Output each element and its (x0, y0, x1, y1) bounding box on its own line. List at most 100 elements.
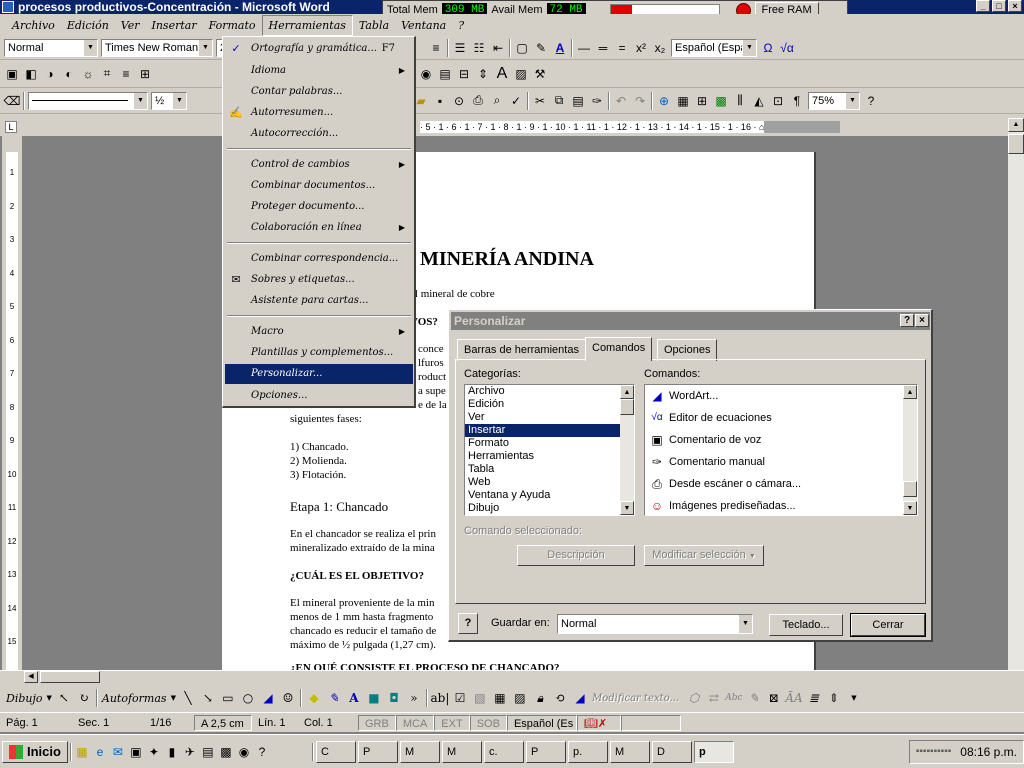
scroll-up-icon[interactable]: ▲ (1008, 118, 1024, 132)
highlight-icon[interactable]: ✎ (533, 40, 549, 56)
menu-item-merge-documents[interactable]: Combinar documentos... (225, 176, 413, 196)
line-color-icon[interactable]: ✎ (326, 690, 342, 706)
superscript-icon[interactable]: x² (633, 40, 649, 56)
columns-icon[interactable]: ⫼ (732, 93, 748, 109)
numbering-icon[interactable]: ☰ (452, 40, 468, 56)
categories-scrollbar[interactable]: ▲ ▼ (620, 385, 634, 515)
scroll-down-icon[interactable]: ▼ (903, 501, 917, 515)
save-icon[interactable]: ▪ (432, 93, 448, 109)
menu-insertar[interactable]: Insertar (146, 16, 203, 35)
chevron-down-icon[interactable]: ▼ (172, 92, 186, 109)
print-preview-icon[interactable]: ⌕ (489, 93, 505, 109)
rotate-icon[interactable]: ↻ (76, 690, 92, 706)
brightness-down-icon[interactable]: ◐ (61, 66, 77, 82)
rectangle-tool-icon[interactable]: ▭ (220, 690, 236, 706)
label-icon[interactable]: A (494, 65, 510, 82)
scroll-thumb[interactable] (620, 399, 634, 415)
quicklaunch-app-icon[interactable]: ▮ (164, 744, 180, 760)
font-combo[interactable]: Times New Roman ▼ (101, 38, 213, 57)
menu-item-autosummarize[interactable]: ✍ Autorresumen... (225, 103, 413, 123)
contrast-icon[interactable]: ◧ (23, 66, 39, 82)
zoom-combo[interactable]: 75% ▼ (808, 91, 860, 110)
menu-item-track-changes[interactable]: Control de cambios ▶ (225, 155, 413, 175)
tab-selector[interactable]: L (0, 118, 24, 136)
dialog-close-button[interactable]: × (915, 314, 929, 327)
help-icon[interactable]: ? (863, 93, 879, 109)
align-text-icon[interactable]: ĀA (785, 690, 802, 706)
spinner-icon[interactable]: ⇕ (475, 66, 491, 82)
status-ext[interactable]: EXT (434, 714, 470, 731)
edit-icon[interactable]: ✎ (746, 690, 762, 706)
eraser-icon[interactable]: ⌫ (4, 93, 21, 109)
drawing-icon[interactable]: ◭ (751, 93, 767, 109)
oval-tool-icon[interactable]: ○ (240, 690, 256, 706)
3d-icon[interactable]: ◘ (386, 690, 402, 706)
clipart-icon[interactable]: ☺ (280, 690, 296, 706)
task-button[interactable]: P (525, 740, 566, 763)
menu-herramientas[interactable]: Herramientas (261, 14, 353, 36)
equation-icon[interactable]: √α (779, 40, 795, 56)
task-button[interactable]: P (357, 740, 398, 763)
cut-icon[interactable]: ✂ (532, 93, 548, 109)
task-button[interactable]: D (651, 740, 692, 763)
lines-icon[interactable]: ≡ (118, 66, 134, 82)
justify-icon[interactable]: ≡ (428, 40, 444, 56)
menu-tabla[interactable]: Tabla (353, 16, 395, 35)
list-item[interactable]: Tabla (465, 463, 634, 476)
reset-icon[interactable]: ⟲ (552, 690, 568, 706)
menu-item-envelopes-labels[interactable]: ✉ Sobres y etiquetas... (225, 270, 413, 290)
scroll-down-icon[interactable]: ▼ (620, 501, 634, 515)
list-item[interactable]: Ventana y Ayuda (465, 489, 634, 502)
double-line-icon[interactable]: ═ (595, 40, 611, 56)
chevron-down-icon[interactable]: ▼ (738, 615, 752, 633)
vertical-ruler[interactable]: 1 2 3 4 5 6 7 8 9 10 11 12 13 14 15 (2, 136, 22, 676)
status-trk[interactable]: MCA (395, 714, 435, 731)
menu-edicion[interactable]: Edición (61, 16, 115, 35)
list-item[interactable]: Web (465, 476, 634, 489)
print-icon[interactable]: ⎙ (470, 93, 486, 109)
dialog-title-bar[interactable]: Personalizar ? × (451, 312, 930, 330)
shape-icon[interactable]: ⬡ (686, 690, 702, 706)
shadow-icon[interactable]: ■ (366, 690, 382, 706)
task-button[interactable]: M (441, 740, 482, 763)
list-item[interactable]: Dibujo (465, 502, 634, 515)
menu-item-customize[interactable]: Personalizar... (225, 364, 413, 384)
categories-list[interactable]: Archivo Edición Ver Insertar Formato Her… (464, 384, 635, 516)
image-icon[interactable]: ▣ (4, 66, 20, 82)
quicklaunch-icon[interactable]: ▣ (128, 744, 144, 760)
list-item[interactable]: Herramientas (465, 450, 634, 463)
omega-symbol-icon[interactable]: Ω (760, 40, 776, 56)
status-rec[interactable]: GRB (358, 714, 396, 731)
scroll-left-icon[interactable]: ◀ (24, 671, 38, 683)
text-direction-icon[interactable]: ≣ (806, 690, 822, 706)
quicklaunch-ie-icon[interactable]: e (92, 744, 108, 760)
menu-item-protect-document[interactable]: Proteger documento... (225, 197, 413, 217)
bullets-icon[interactable]: ☷ (471, 40, 487, 56)
vertical-scrollbar[interactable]: ▲ (1008, 118, 1024, 678)
line-tool-icon[interactable]: ╲ (180, 690, 196, 706)
line-weight-combo[interactable]: ½ ▼ (151, 91, 187, 110)
chevron-down-icon[interactable]: ▼ (83, 39, 97, 56)
language-combo[interactable]: Español (Españ ▼ (671, 38, 757, 57)
menu-help[interactable]: ? (452, 16, 470, 35)
spelling-status-icon[interactable]: 📖︎✗ (576, 714, 621, 731)
spell-abc-icon[interactable]: Abc (725, 690, 742, 706)
autoshapes-menu[interactable]: Autoformas (102, 692, 167, 705)
menu-ver[interactable]: Ver (115, 16, 146, 35)
list-item-selected[interactable]: Insertar (465, 424, 634, 437)
font-color-icon[interactable]: A (552, 40, 568, 56)
command-item-scanner[interactable]: ⎙ Desde escáner o cámara... (645, 473, 917, 495)
quicklaunch-doc-icon[interactable]: ▤ (200, 744, 216, 760)
menu-item-word-count[interactable]: Contar palabras... (225, 82, 413, 102)
quicklaunch-outlook-icon[interactable]: ✉ (110, 744, 126, 760)
decrease-indent-icon[interactable]: ⇤ (490, 40, 506, 56)
paste-icon[interactable]: ▤ (570, 93, 586, 109)
list-item[interactable]: Edición (465, 398, 634, 411)
tables-borders-icon[interactable]: ▦ (675, 93, 691, 109)
wordart-insert-icon[interactable]: ◢ (572, 690, 588, 706)
line-style-combo[interactable]: ▼ (28, 91, 148, 110)
horizontal-ruler[interactable]: · 5 · 1 · 6 · 1 · 7 · 1 · 8 · 1 · 9 · 1 … (24, 118, 1010, 136)
menu-formato[interactable]: Formato (203, 16, 262, 35)
more-icon[interactable]: » (406, 690, 422, 706)
combo-box-icon[interactable]: ⊟ (456, 66, 472, 82)
